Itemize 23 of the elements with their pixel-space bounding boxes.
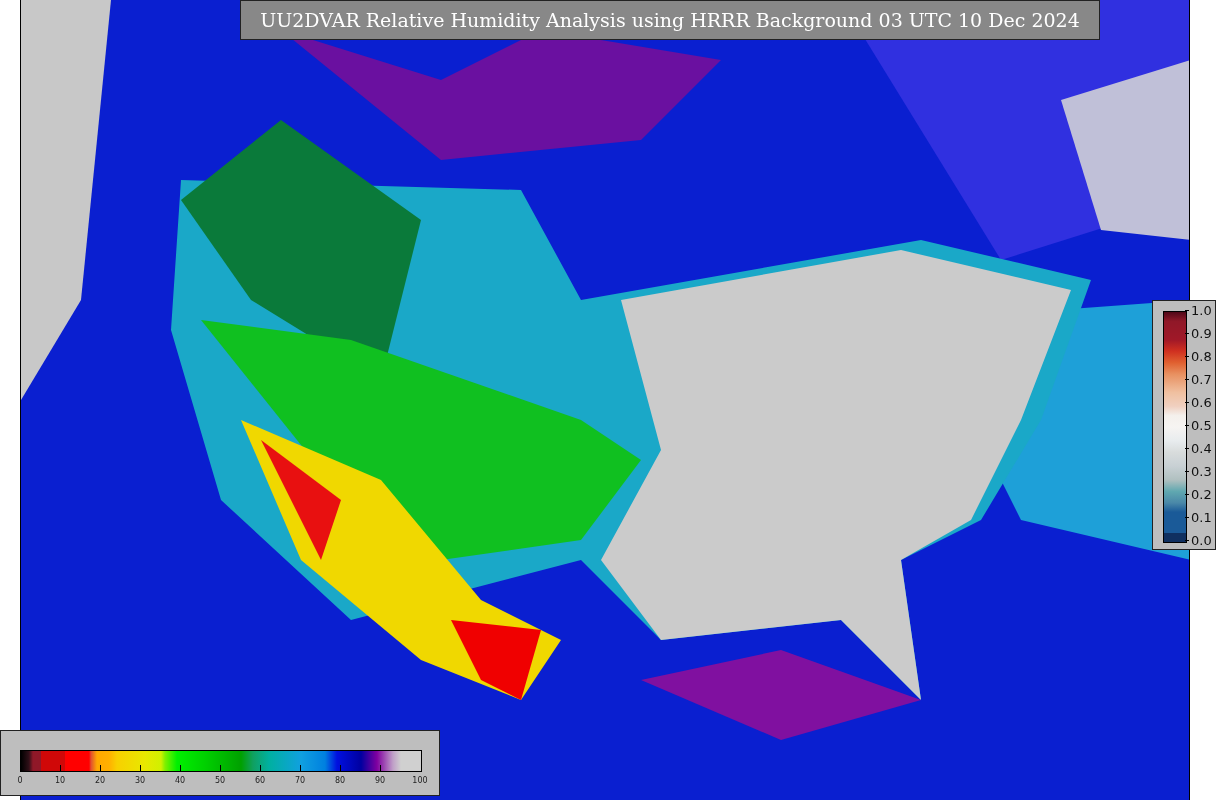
tick-label: 0.2 bbox=[1191, 486, 1212, 502]
tick-label: 40 bbox=[174, 776, 186, 785]
tick-label: 90 bbox=[374, 776, 386, 785]
tick-label: 20 bbox=[94, 776, 106, 785]
tick-label: 30 bbox=[134, 776, 146, 785]
tick-label: 0.4 bbox=[1191, 440, 1212, 456]
tick-label: 0.0 bbox=[1191, 532, 1212, 548]
tick-label: 0.7 bbox=[1191, 371, 1212, 387]
tick-label: 10 bbox=[54, 776, 66, 785]
tick-label: 1.0 bbox=[1191, 302, 1212, 318]
tick-label: 0.8 bbox=[1191, 348, 1212, 364]
tick-label: 100 bbox=[412, 776, 428, 785]
tick-label: 70 bbox=[294, 776, 306, 785]
tick-label: 0.9 bbox=[1191, 325, 1212, 341]
map-title: UU2DVAR Relative Humidity Analysis using HRRR Background 03 UTC 10 Dec 2024 bbox=[240, 0, 1100, 40]
tick-label: 50 bbox=[214, 776, 226, 785]
tick-label: 0.1 bbox=[1191, 509, 1212, 525]
tick-label: 0 bbox=[17, 776, 23, 785]
tick-label: 80 bbox=[334, 776, 346, 785]
tick-label: 0.6 bbox=[1191, 394, 1212, 410]
tick-label: 0.3 bbox=[1191, 463, 1212, 479]
tick-label: 60 bbox=[254, 776, 266, 785]
tick-label: 0.5 bbox=[1191, 417, 1212, 433]
